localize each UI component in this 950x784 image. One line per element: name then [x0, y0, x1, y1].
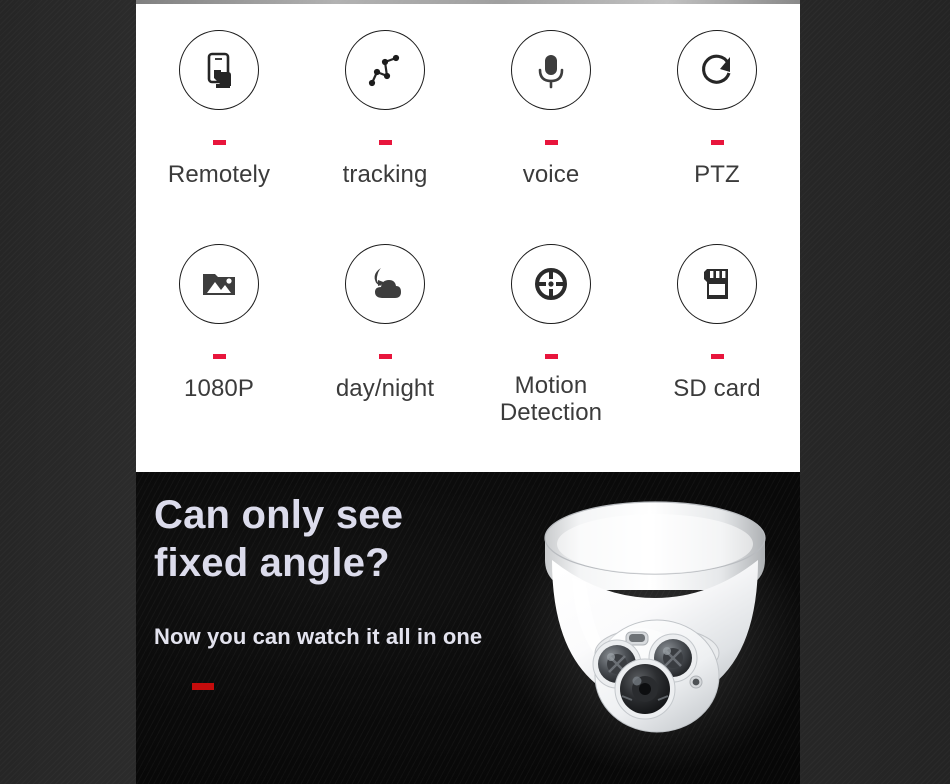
sd-card-icon: [677, 244, 757, 324]
crosshair-target-icon: [511, 244, 591, 324]
accent-dash: [710, 140, 724, 145]
hero-accent-dash: [192, 683, 214, 690]
phone-in-hand-icon: [179, 30, 259, 110]
feature-motion-detection[interactable]: Motion Detection: [468, 244, 634, 458]
dome-camera-product-image: [508, 486, 800, 776]
feature-label: tracking: [342, 161, 428, 188]
accent-dash: [544, 354, 558, 359]
feature-ptz[interactable]: PTZ: [634, 30, 800, 244]
accent-dash: [212, 140, 226, 145]
feature-tracking[interactable]: tracking: [302, 30, 468, 244]
features-panel: Remotely tracking voice PTZ 1080P day/ni…: [136, 4, 800, 472]
feature-label: Remotely: [167, 161, 271, 188]
accent-dash: [378, 354, 392, 359]
moon-cloud-icon: [345, 244, 425, 324]
feature-voice[interactable]: voice: [468, 30, 634, 244]
feature-sd-card[interactable]: SD card: [634, 244, 800, 458]
photo-image-icon: [179, 244, 259, 324]
feature-label: PTZ: [694, 161, 740, 188]
rotate-arrow-icon: [677, 30, 757, 110]
feature-remotely[interactable]: Remotely: [136, 30, 302, 244]
tracking-path-icon: [345, 30, 425, 110]
accent-dash: [212, 354, 226, 359]
feature-label: SD card: [673, 375, 761, 402]
feature-label: Motion Detection: [499, 372, 603, 426]
microphone-icon: [511, 30, 591, 110]
feature-label: voice: [522, 161, 580, 188]
feature-label: day/night: [335, 375, 435, 402]
accent-dash: [544, 140, 558, 145]
hero-panel: Can only see fixed angle? Now you can wa…: [136, 472, 800, 784]
feature-day-night[interactable]: day/night: [302, 244, 468, 458]
feature-grid: Remotely tracking voice PTZ 1080P day/ni…: [136, 4, 800, 472]
feature-1080p[interactable]: 1080P: [136, 244, 302, 458]
accent-dash: [710, 354, 724, 359]
accent-dash: [378, 140, 392, 145]
feature-label: 1080P: [184, 375, 254, 402]
